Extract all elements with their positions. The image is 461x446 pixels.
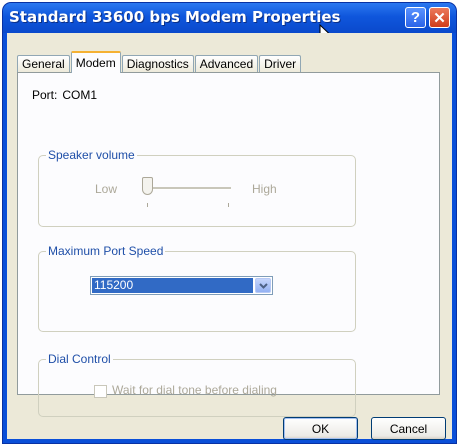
volume-high-label: High [252, 182, 277, 196]
close-button[interactable]: ✕ [429, 7, 450, 28]
window-title: Standard 33600 bps Modem Properties [9, 8, 341, 26]
ok-button[interactable]: OK [283, 417, 358, 440]
chevron-down-icon [258, 282, 268, 289]
help-icon: ? [410, 9, 421, 26]
port-speed-value: 115200 [92, 278, 253, 293]
help-button[interactable]: ? [405, 7, 426, 28]
tab-strip: General Modem Diagnostics Advanced Drive… [17, 51, 302, 73]
dropdown-button[interactable] [255, 278, 271, 293]
slider-tick [228, 203, 229, 207]
modem-properties-window: Standard 33600 bps Modem Properties ? ✕ … [3, 3, 456, 443]
wait-dial-tone-label: Wait for dial tone before dialing [112, 383, 277, 397]
slider-tick [147, 203, 148, 207]
cancel-button[interactable]: Cancel [371, 417, 446, 440]
wait-dial-tone-checkbox[interactable] [94, 385, 107, 398]
port-speed-select[interactable]: 115200 [90, 276, 273, 295]
volume-slider-thumb[interactable] [142, 177, 153, 195]
port-info: Port: COM1 [32, 88, 97, 102]
dialog-client-area: General Modem Diagnostics Advanced Drive… [7, 33, 452, 440]
volume-slider-track [151, 187, 231, 190]
max-port-speed-title: Maximum Port Speed [46, 244, 166, 258]
tab-driver[interactable]: Driver [259, 55, 302, 73]
tab-advanced[interactable]: Advanced [194, 55, 259, 73]
volume-low-label: Low [95, 182, 118, 196]
modem-tab-panel: Port: COM1 Speaker volume Low High Maximu… [17, 72, 440, 417]
tab-general[interactable]: General [17, 55, 70, 73]
speaker-volume-title: Speaker volume [46, 148, 137, 162]
title-bar[interactable]: Standard 33600 bps Modem Properties ? ✕ [3, 3, 456, 33]
max-port-speed-group: Maximum Port Speed 115200 [38, 244, 356, 332]
close-icon: ✕ [433, 9, 446, 27]
port-value: COM1 [62, 88, 98, 102]
tab-diagnostics[interactable]: Diagnostics [121, 55, 194, 73]
speaker-volume-group: Speaker volume Low High [38, 148, 356, 227]
tab-modem[interactable]: Modem [70, 51, 121, 73]
dial-control-group: Dial Control Wait for dial tone before d… [38, 352, 356, 417]
dial-control-title: Dial Control [46, 352, 113, 366]
port-label: Port: [32, 88, 58, 102]
